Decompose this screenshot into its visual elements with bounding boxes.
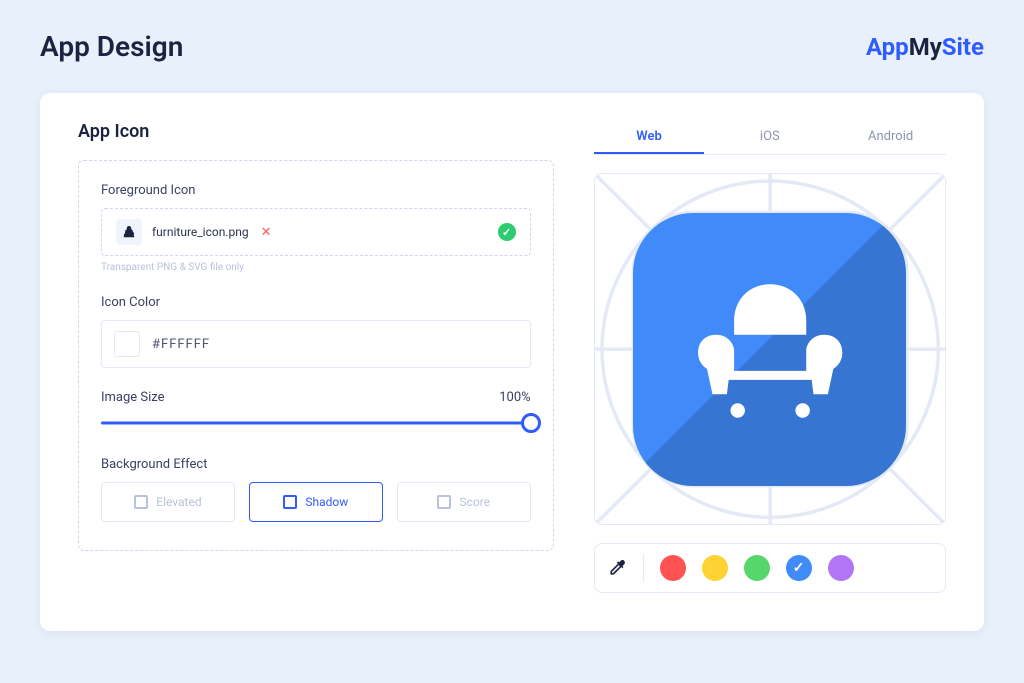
icon-color-hex: #FFFFFF	[152, 337, 210, 352]
icon-color-input[interactable]: #FFFFFF	[101, 320, 531, 368]
color-swatch-4[interactable]	[828, 555, 854, 581]
image-size-value: 100%	[499, 390, 530, 405]
color-dots	[660, 555, 854, 581]
file-thumbnail-icon	[116, 219, 142, 245]
brand-part-my: My	[909, 33, 942, 61]
upload-hint: Transparent PNG & SVG file only	[101, 262, 531, 273]
app-icon-mock	[633, 213, 906, 486]
eyedropper-icon[interactable]	[607, 558, 627, 578]
remove-file-button[interactable]: ✕	[259, 226, 274, 239]
background-effect-options: Elevated Shadow Score	[101, 482, 531, 522]
effect-option-shadow[interactable]: Shadow	[249, 482, 383, 522]
foreground-label: Foreground Icon	[101, 183, 531, 198]
tab-android[interactable]: Android	[835, 121, 946, 154]
slider-thumb[interactable]	[521, 413, 541, 433]
square-icon	[437, 495, 451, 509]
effect-label: Elevated	[156, 495, 201, 509]
square-icon	[283, 495, 297, 509]
icon-color-label: Icon Color	[101, 295, 531, 310]
file-upload-box[interactable]: furniture_icon.png ✕ ✓	[101, 208, 531, 256]
section-title: App Icon	[78, 121, 554, 142]
tab-web[interactable]: Web	[594, 121, 705, 154]
square-icon	[134, 495, 148, 509]
image-size-label: Image Size	[101, 390, 165, 405]
color-swatch-1[interactable]	[702, 555, 728, 581]
tab-ios[interactable]: iOS	[714, 121, 825, 154]
effect-option-score[interactable]: Score	[397, 482, 531, 522]
background-effect-label: Background Effect	[101, 457, 531, 472]
page-title: App Design	[40, 30, 183, 63]
color-swatch-row	[594, 543, 946, 593]
color-swatch-3[interactable]	[786, 555, 812, 581]
armchair-icon	[680, 259, 860, 439]
brand-part-site: Site	[942, 33, 984, 61]
settings-panel: Foreground Icon furniture_icon.png ✕ ✓ T…	[78, 160, 554, 551]
app-icon-card: App Icon Foreground Icon furniture_icon.…	[40, 93, 984, 631]
divider	[643, 554, 644, 582]
brand-part-app: App	[866, 33, 909, 61]
file-name: furniture_icon.png	[152, 225, 249, 239]
color-swatch-0[interactable]	[660, 555, 686, 581]
icon-color-swatch	[114, 331, 140, 357]
color-swatch-2[interactable]	[744, 555, 770, 581]
brand-logo: AppMySite	[866, 33, 984, 61]
preview-tabs: Web iOS Android	[594, 121, 946, 155]
image-size-slider[interactable]	[101, 411, 531, 435]
slider-track	[101, 422, 531, 425]
icon-preview	[594, 173, 946, 525]
effect-label: Shadow	[305, 495, 348, 509]
effect-option-elevated[interactable]: Elevated	[101, 482, 235, 522]
upload-success-icon: ✓	[498, 223, 516, 241]
effect-label: Score	[459, 495, 490, 509]
